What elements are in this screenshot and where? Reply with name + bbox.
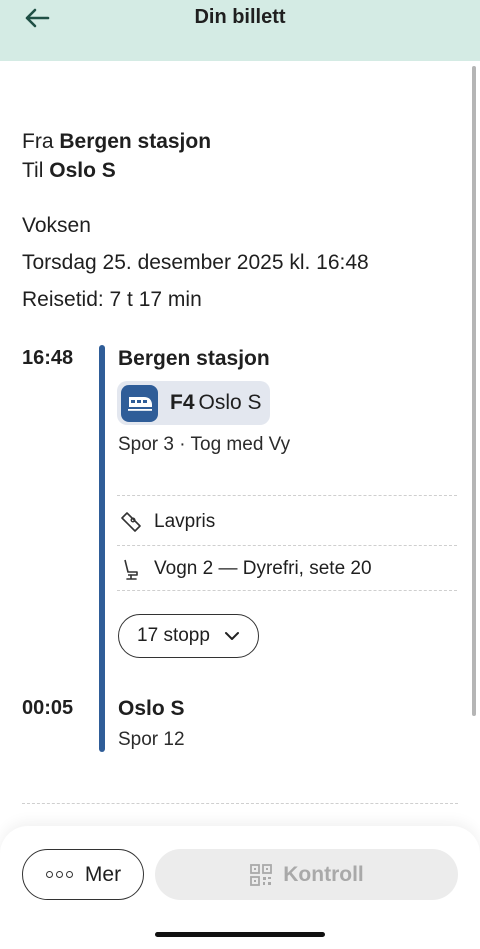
divider bbox=[117, 545, 457, 546]
chevron-down-icon bbox=[224, 631, 240, 641]
seat-row: Vogn 2 — Dyrefri, sete 20 bbox=[118, 556, 372, 582]
divider bbox=[117, 590, 457, 591]
control-button[interactable]: Kontroll bbox=[155, 849, 458, 900]
travel-duration: Reisetid: 7 t 17 min bbox=[22, 288, 202, 311]
page-title: Din billett bbox=[194, 6, 286, 28]
ticket-info: Voksen Torsdag 25. desember 2025 kl. 16:… bbox=[22, 207, 369, 318]
arrival-platform: Spor 12 bbox=[118, 729, 185, 750]
qr-code-icon bbox=[249, 863, 273, 887]
divider bbox=[22, 803, 458, 804]
traveler-type: Voksen bbox=[22, 214, 91, 237]
seat-info: Vogn 2 — Dyrefri, sete 20 bbox=[154, 558, 372, 579]
line-id: F4 bbox=[170, 391, 195, 414]
travel-date: Torsdag 25. desember 2025 kl. 16:48 bbox=[22, 251, 369, 274]
fare-type: Lavpris bbox=[154, 511, 216, 532]
top-bar: Din billett bbox=[0, 0, 480, 61]
train-line-text: F4 Oslo S bbox=[170, 391, 262, 415]
control-label: Kontroll bbox=[283, 862, 364, 886]
home-indicator[interactable] bbox=[155, 932, 325, 937]
departure-time: 16:48 bbox=[22, 347, 74, 369]
train-line-chip[interactable]: F4 Oslo S bbox=[117, 381, 270, 425]
seat-icon bbox=[118, 556, 144, 582]
to-station: Oslo S bbox=[49, 159, 116, 182]
more-button[interactable]: Mer bbox=[22, 849, 144, 900]
from-label: Fra bbox=[22, 130, 54, 153]
more-label: Mer bbox=[84, 862, 122, 886]
to-label: Til bbox=[22, 159, 44, 182]
fare-row: Lavpris bbox=[118, 509, 215, 535]
route-summary: Fra Bergen stasjon Til Oslo S bbox=[22, 127, 211, 185]
ticket-icon bbox=[118, 509, 144, 535]
to-row: Til Oslo S bbox=[22, 156, 211, 185]
scrollbar[interactable] bbox=[472, 66, 476, 716]
divider bbox=[117, 495, 457, 496]
more-dots-icon bbox=[45, 871, 75, 878]
arrival-time: 00:05 bbox=[22, 697, 74, 719]
stops-count: 17 stopp bbox=[137, 625, 210, 646]
journey-line bbox=[99, 345, 105, 752]
from-station: Bergen stasjon bbox=[59, 130, 212, 153]
train-icon bbox=[121, 384, 158, 422]
stops-toggle-button[interactable]: 17 stopp bbox=[118, 614, 259, 658]
departure-station: Bergen stasjon bbox=[118, 347, 270, 370]
departure-platform: Spor 3 · Tog med Vy bbox=[118, 434, 291, 455]
from-row: Fra Bergen stasjon bbox=[22, 127, 211, 156]
line-destination: Oslo S bbox=[198, 391, 262, 414]
arrival-station: Oslo S bbox=[118, 697, 185, 720]
